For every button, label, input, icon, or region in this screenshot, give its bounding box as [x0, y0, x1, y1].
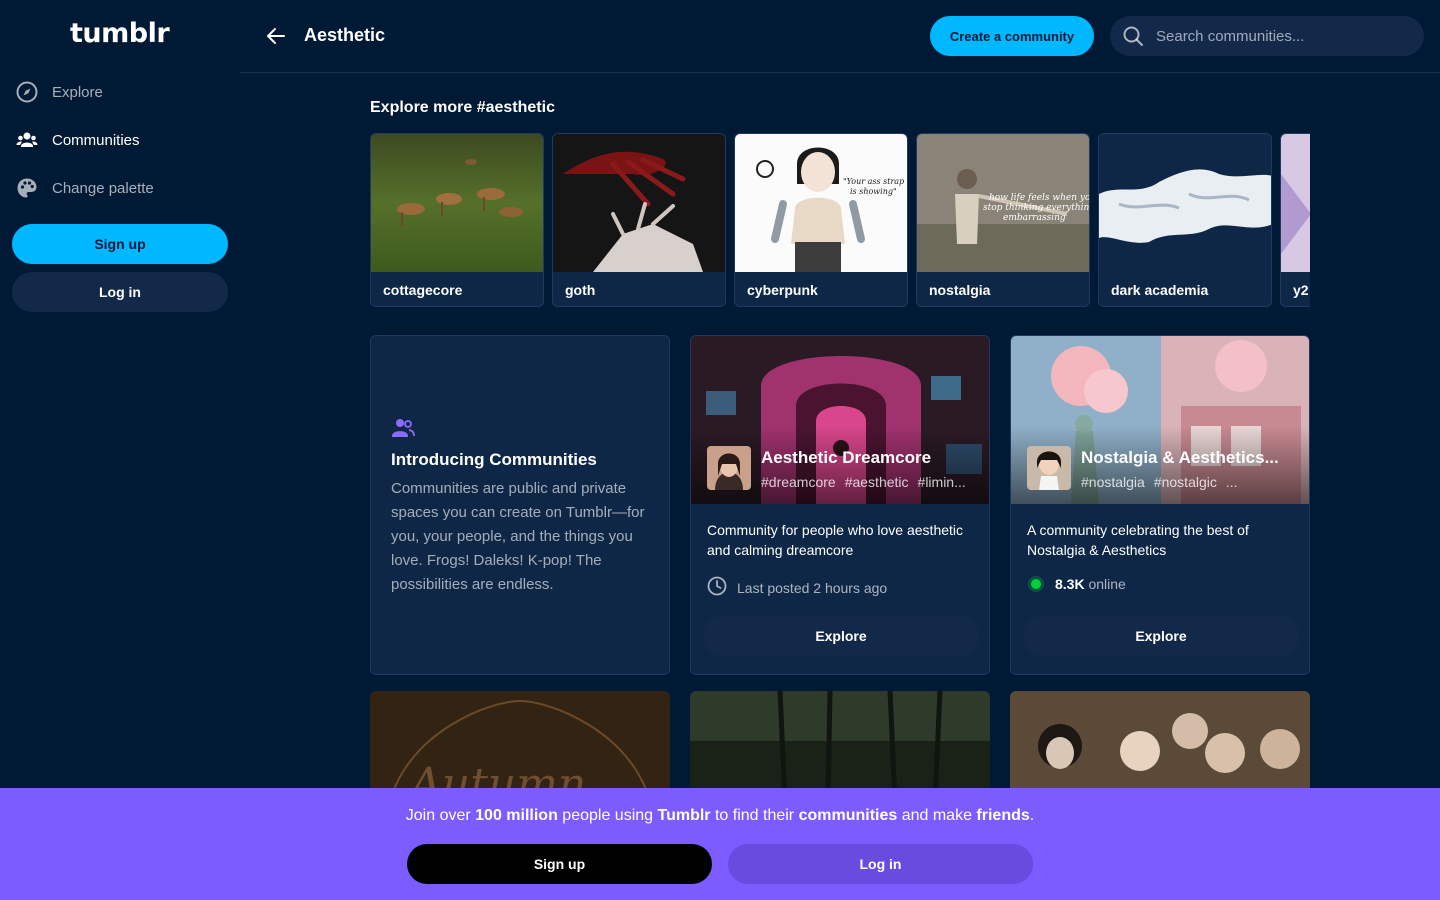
intro-body: Communities are public and private space… — [391, 480, 645, 593]
tumblr-logo[interactable]: tumblr — [70, 18, 170, 49]
community-card[interactable]: Nostalgia & Aesthetics... #nostalgia #no… — [1010, 335, 1310, 675]
sidebar-item-communities[interactable]: Communities — [16, 125, 140, 155]
explore-community-button[interactable]: Explore — [1023, 616, 1299, 656]
page-title: Aesthetic — [304, 25, 386, 45]
community-description: Community for people who love aesthetic … — [707, 522, 964, 558]
search-input[interactable] — [1156, 16, 1416, 56]
community-activity: 8.3K online — [1027, 576, 1126, 592]
tag-label: cottagecore — [383, 282, 463, 298]
create-community-button[interactable]: Create a community — [930, 16, 1094, 56]
tag-card-goth[interactable]: goth — [552, 133, 726, 307]
sidebar-item-label: Change palette — [52, 179, 154, 197]
tag-thumbnail — [1281, 134, 1310, 272]
community-card[interactable] — [1010, 691, 1310, 801]
svg-text:embarrassing: embarrassing — [1003, 213, 1066, 223]
community-name: Aesthetic Dreamcore — [761, 448, 932, 467]
palette-icon — [16, 177, 38, 199]
tag-card-dark-academia[interactable]: dark academia — [1098, 133, 1272, 307]
explore-section-title: Explore more #aesthetic — [370, 99, 555, 116]
online-indicator-icon — [1031, 579, 1041, 589]
tag-thumbnail: how life feels when you stop thinking eve… — [917, 134, 1089, 272]
sidebar-item-explore[interactable]: Explore — [16, 77, 103, 107]
community-tag[interactable]: #nostalgia — [1081, 474, 1145, 490]
community-card[interactable]: Aesthetic Dreamcore #dreamcore #aestheti… — [690, 335, 990, 675]
intro-title: Introducing Communities — [391, 450, 597, 469]
tag-card-cyberpunk[interactable]: "Your ass strap is showing" cyberpunk — [734, 133, 908, 307]
sidebar-signup-button[interactable]: Sign up — [12, 224, 228, 264]
community-tag[interactable]: #limin... — [918, 474, 966, 490]
people-icon — [16, 129, 38, 151]
intro-card: Introducing Communities Communities are … — [370, 335, 670, 675]
community-cover-image — [1010, 691, 1310, 801]
back-arrow-icon[interactable] — [264, 24, 288, 48]
clock-icon — [707, 576, 727, 599]
tag-label: nostalgia — [929, 282, 991, 298]
community-tag[interactable]: #dreamcore — [761, 474, 836, 490]
explore-community-button[interactable]: Explore — [703, 616, 979, 656]
tag-thumbnail — [553, 134, 725, 272]
community-avatar — [707, 446, 751, 490]
tag-thumbnail: "Your ass strap is showing" — [735, 134, 907, 272]
tag-thumbnail — [371, 134, 543, 272]
last-posted-text: Last posted 2 hours ago — [737, 579, 888, 596]
community-avatar — [1027, 446, 1071, 490]
compass-icon — [16, 81, 38, 103]
community-card[interactable]: Autumn — [370, 691, 670, 801]
svg-text:how life feels when you: how life feels when you — [989, 193, 1090, 203]
svg-text:"Your ass strap: "Your ass strap — [843, 177, 904, 186]
community-card[interactable] — [690, 691, 990, 801]
banner-login-button[interactable]: Log in — [728, 844, 1033, 884]
header: Aesthetic Create a community — [240, 0, 1440, 73]
search-icon — [1122, 25, 1144, 47]
tag-label: cyberpunk — [747, 282, 818, 298]
community-tag[interactable]: ... — [1226, 474, 1238, 490]
tag-label: y2 — [1293, 282, 1309, 298]
svg-text:stop thinking everything's: stop thinking everything's — [983, 203, 1090, 213]
sidebar: tumblr Explore Communities Change palett… — [0, 0, 240, 900]
community-tag[interactable]: #aesthetic — [845, 474, 909, 490]
online-count: 8.3K — [1055, 576, 1085, 592]
sidebar-item-change-palette[interactable]: Change palette — [16, 173, 154, 203]
community-tags: #dreamcore #aesthetic #limin... — [761, 474, 979, 490]
tag-label: goth — [565, 282, 596, 298]
community-activity: Last posted 2 hours ago — [707, 576, 887, 599]
tag-thumbnail — [1099, 134, 1271, 272]
banner-signup-button[interactable]: Sign up — [407, 844, 712, 884]
sidebar-item-label: Explore — [52, 83, 103, 101]
banner-text: Join over 100 million people using Tumbl… — [405, 807, 1035, 824]
online-label: online — [1088, 576, 1126, 592]
tag-card-y2k[interactable]: y2 — [1280, 133, 1310, 307]
svg-text:is showing": is showing" — [850, 187, 897, 196]
sidebar-login-button[interactable]: Log in — [12, 272, 228, 312]
community-description: A community celebrating the best of Nost… — [1027, 522, 1249, 558]
signup-banner: Join over 100 million people using Tumbl… — [0, 788, 1440, 900]
community-tag[interactable]: #nostalgic — [1154, 474, 1217, 490]
tag-carousel: cottagecore goth "Your ass strap is showi… — [370, 133, 1310, 307]
tag-label: dark academia — [1111, 282, 1209, 298]
community-tags: #nostalgia #nostalgic ... — [1081, 474, 1299, 490]
community-name: Nostalgia & Aesthetics... — [1081, 448, 1279, 467]
people-icon — [391, 416, 415, 440]
search-bar — [1110, 16, 1424, 56]
tag-card-cottagecore[interactable]: cottagecore — [370, 133, 544, 307]
tag-card-nostalgia[interactable]: how life feels when you stop thinking eve… — [916, 133, 1090, 307]
sidebar-item-label: Communities — [52, 131, 140, 149]
community-cover-image: Autumn — [370, 691, 670, 801]
community-cover-image — [690, 691, 990, 801]
